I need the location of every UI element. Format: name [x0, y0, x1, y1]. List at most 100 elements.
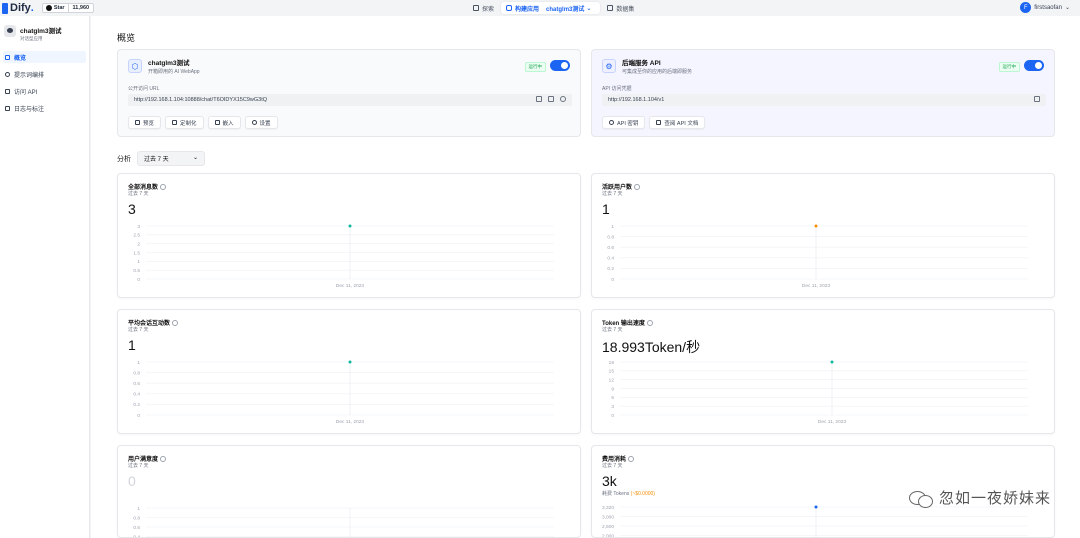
sidebar-item-prompt[interactable]: 提示词编排 — [3, 68, 86, 80]
api-url-value: http://192.168.1.104/v1 — [608, 97, 665, 103]
overview-icon — [5, 54, 10, 60]
data-point[interactable] — [348, 224, 352, 228]
y-tick-label: 0.6 — [133, 381, 140, 387]
api-card: ⚙ 后端服务 API 可集成至你的应用的后端即服务 运行中 API 访问凭据 h… — [591, 49, 1055, 137]
public-url-field: http://192.168.1.104:10888/chat/T6OIDYX1… — [128, 94, 572, 106]
nav-explore[interactable]: 探索 — [468, 2, 499, 14]
y-tick-label: 3,320 — [602, 505, 614, 511]
y-tick-label: 0.6 — [607, 245, 614, 251]
api-subtitle: 可集成至你的应用的后端即服务 — [622, 69, 693, 75]
pen-icon — [172, 120, 178, 125]
y-tick-label: 1 — [137, 360, 140, 366]
x-tick-label: Dec 11, 2023 — [818, 419, 847, 425]
settings-button[interactable]: 设置 — [244, 116, 278, 129]
embed-button-label: 嵌入 — [222, 120, 234, 127]
analysis-label: 分析 — [117, 155, 131, 163]
github-star-count: 11,960 — [72, 5, 90, 11]
api-toggle[interactable] — [1024, 60, 1044, 71]
copy-icon[interactable] — [1034, 96, 1040, 102]
y-tick-label: 0.8 — [133, 515, 140, 521]
chart-plot: 18 15 12 9 6 3 0 Dec 11, 2023 — [609, 360, 1028, 425]
chart-card: 平均会话互动数 过去 7 天 1 1 0.8 0.6 0.4 0.2 0 Dec 11, 2023 — [117, 309, 581, 434]
y-tick-label: 12 — [609, 377, 615, 383]
y-tick-label: 0 — [137, 277, 140, 283]
embed-button[interactable]: 嵌入 — [207, 116, 241, 129]
data-point[interactable] — [814, 505, 818, 509]
y-tick-label: 2,000 — [602, 533, 614, 538]
api-url-field: http://192.168.1.104/v1 — [602, 94, 1046, 106]
copy-icon[interactable] — [548, 96, 554, 102]
customize-button[interactable]: 定制化 — [165, 116, 204, 129]
gear-icon — [251, 120, 257, 125]
dify-logo-icon — [2, 2, 8, 14]
preview-button-label: 预览 — [143, 120, 155, 127]
dify-logo[interactable]: Dify. — [2, 2, 34, 14]
y-tick-label: 0.8 — [607, 234, 614, 240]
public-url-value: http://192.168.1.104:10888/chat/T6OIDYX1… — [134, 97, 268, 103]
app-switcher[interactable]: chatglm3测试 ⌄ — [542, 3, 595, 14]
status-badge: 运行中 — [524, 62, 546, 72]
sidebar-item-api[interactable]: 访问 API — [3, 85, 86, 97]
data-point[interactable] — [348, 360, 352, 364]
sidebar-item-label: 访问 API — [14, 89, 38, 96]
user-menu[interactable]: F firstsaofan ⌄ — [1020, 2, 1070, 13]
nav-build-app-label: 构建应用 — [515, 6, 540, 13]
y-tick-label: 0.6 — [133, 525, 140, 531]
user-name: firstsaofan — [1034, 4, 1062, 11]
y-tick-label: 1 — [137, 506, 140, 512]
watermark-text: 忽如一夜娇妹来 — [939, 490, 1052, 507]
webapp-card: ⬡ chatglm3测试 开箱即用的 AI WebApp 运行中 公开访问 UR… — [117, 49, 581, 137]
y-tick-label: 0.4 — [133, 534, 140, 538]
y-tick-label: 6 — [611, 395, 614, 401]
chart-plot: 1 0.8 0.6 0.4 — [133, 506, 554, 538]
api-key-button-label: API 密钥 — [617, 120, 639, 127]
sidebar-item-label: 日志与标注 — [14, 106, 45, 113]
qrcode-icon[interactable] — [536, 96, 542, 102]
main-nav: 探索 构建应用 chatglm3测试 ⌄ 数据集 — [468, 2, 639, 14]
api-icon: ⚙ — [602, 59, 616, 73]
x-tick-label: Dec 11, 2023 — [336, 419, 365, 425]
nav-build-app[interactable]: 构建应用 chatglm3测试 ⌄ — [501, 2, 601, 14]
webapp-toggle[interactable] — [550, 60, 570, 71]
api-key-button[interactable]: API 密钥 — [602, 116, 646, 129]
sidebar-item-logs[interactable]: 日志与标注 — [3, 102, 86, 114]
sidebar-item-overview[interactable]: 概览 — [3, 51, 86, 63]
data-point[interactable] — [814, 224, 818, 228]
y-tick-label: 0.4 — [133, 392, 140, 398]
github-icon — [45, 5, 52, 11]
y-tick-label: 0.2 — [133, 402, 140, 408]
nav-datasets-label: 数据集 — [616, 6, 635, 13]
book-icon — [656, 120, 662, 125]
github-star-label: Star — [53, 5, 65, 11]
y-tick-label: 2 — [137, 241, 140, 247]
key-icon — [609, 120, 614, 125]
y-tick-label: 0.2 — [607, 266, 614, 272]
x-tick-label: Dec 11, 2023 — [336, 283, 365, 289]
sidebar-menu: 概览 提示词编排 访问 API 日志与标注 — [0, 51, 89, 114]
app-name: chatglm3测试 — [20, 28, 62, 35]
rocket-icon — [135, 120, 140, 125]
refresh-icon[interactable] — [560, 96, 566, 102]
explore-icon — [473, 5, 479, 11]
data-point[interactable] — [830, 360, 834, 364]
brand-name: Dify — [10, 2, 31, 14]
webapp-subtitle: 开箱即用的 AI WebApp — [148, 69, 200, 75]
period-select[interactable]: 过去 7 天 ⌄ — [137, 151, 205, 166]
app-type: 对话型应用 — [20, 36, 43, 41]
github-star-button[interactable]: Star 11,960 — [41, 3, 95, 13]
terminal-icon — [5, 71, 10, 77]
preview-button[interactable]: 预览 — [128, 116, 162, 129]
y-tick-label: 1.5 — [133, 250, 140, 256]
top-bar: Dify. Star 11,960 探索 构建应用 chatglm3测试 ⌄ 数据… — [0, 0, 1080, 16]
chevron-down-icon: ⌄ — [1064, 5, 1070, 11]
y-tick-label: 0 — [611, 413, 614, 419]
webapp-title: chatglm3测试 — [148, 60, 190, 67]
app-icon — [4, 25, 16, 37]
chart-plot: 1 0.8 0.6 0.4 0.2 0 Dec 11, 2023 — [607, 224, 1028, 289]
y-tick-label: 0.5 — [133, 268, 140, 274]
chart-plot: 3 2.5 2 1.5 1 0.5 0 Dec 11, 2023 — [133, 224, 554, 289]
nav-datasets[interactable]: 数据集 — [602, 2, 639, 14]
x-tick-label: Dec 11, 2023 — [802, 283, 831, 289]
api-docs-button[interactable]: 查阅 API 文档 — [649, 116, 706, 129]
api-icon — [5, 88, 10, 94]
